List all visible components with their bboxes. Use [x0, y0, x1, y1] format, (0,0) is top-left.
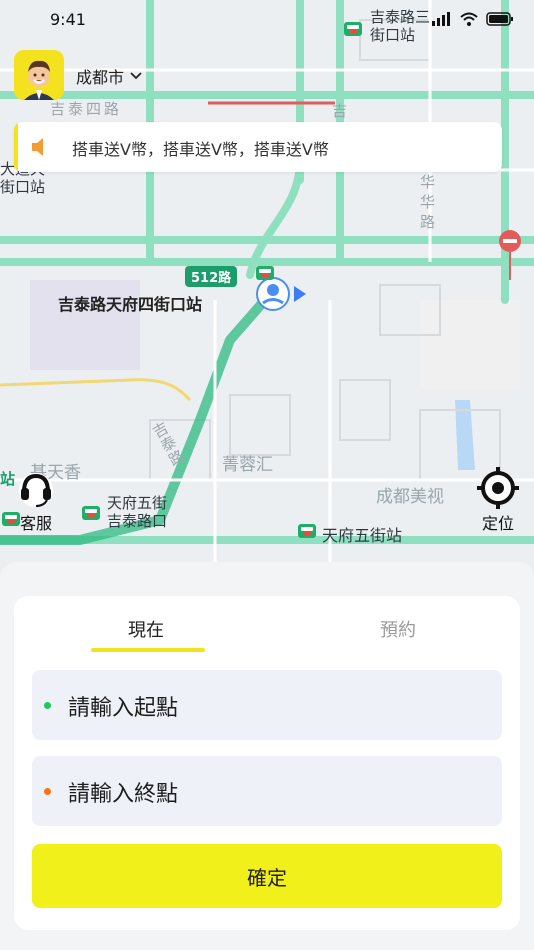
locate-label: 定位: [481, 514, 514, 533]
map-label-tianfu5-jitai: 天府五街 吉泰路口: [107, 494, 168, 530]
confirm-label: 確定: [247, 865, 287, 890]
tianfu5-jitai-station-icon: [82, 506, 100, 520]
start-location-placeholder: 請輸入起點: [68, 696, 179, 721]
tab-now[interactable]: 現在: [128, 616, 164, 642]
map-label-jitai-vertical: 吉: [332, 102, 348, 120]
crosshair-icon: [477, 467, 519, 509]
map-label-huahua-road: 华 华 路: [420, 173, 436, 231]
end-dot-icon: [44, 788, 51, 795]
end-location-placeholder: 請輸入終點: [68, 782, 179, 807]
tab-reserve[interactable]: 預約: [380, 616, 416, 642]
promo-notice-text: 搭車送V幣，搭車送V幣，搭車送V幣: [72, 140, 329, 159]
map-label-tianfu5-station: 天府五街站: [322, 526, 403, 545]
wifi-icon: [460, 12, 478, 26]
status-time: 9:41: [50, 10, 86, 29]
battery-icon: [486, 12, 513, 26]
promo-notice-bar[interactable]: 搭車送V幣，搭車送V幣，搭車送V幣: [14, 122, 502, 172]
map-label-left-zhan: 站: [0, 470, 16, 488]
headset-icon: [19, 473, 53, 507]
tab-underline: [91, 648, 205, 652]
status-icons: [432, 12, 514, 26]
map-label-chengdu-meishi: 成都美视: [376, 487, 444, 507]
avatar-icon: [14, 50, 64, 100]
map-label-current-station: 吉泰路天府四街口站: [58, 295, 203, 314]
customer-service-label: 客服: [19, 514, 52, 533]
end-location-field[interactable]: 請輸入終點: [32, 756, 502, 826]
chevron-down-icon: [130, 72, 142, 80]
tianfu5-station-icon: [298, 524, 316, 538]
city-selector[interactable]: 成都市: [76, 64, 142, 88]
start-location-field[interactable]: 請輸入起點: [32, 670, 502, 740]
user-avatar[interactable]: [14, 50, 64, 100]
speaker-icon: [32, 138, 43, 156]
bus-station-icon: [344, 22, 362, 36]
customer-service-button[interactable]: 客服: [14, 470, 58, 534]
map-label-sanjie-station: 吉泰路三街口站: [370, 8, 431, 44]
city-name: 成都市: [76, 68, 125, 87]
app-screen: 吉泰路三街口站 吉泰四路 大道天 街口站 华 华 路 吉 512路 吉泰路天府四…: [0, 0, 534, 950]
start-dot-icon: [44, 702, 51, 709]
current-station-icon: [256, 266, 274, 280]
locate-button[interactable]: 定位: [474, 466, 522, 534]
map-label-qingrong: 菁蓉汇: [222, 455, 273, 475]
signal-icon: [432, 12, 450, 26]
road-512-badge: 512路: [185, 266, 238, 287]
map-label-jitai-4-road: 吉泰四路: [50, 100, 123, 118]
confirm-button[interactable]: 確定: [32, 844, 502, 908]
